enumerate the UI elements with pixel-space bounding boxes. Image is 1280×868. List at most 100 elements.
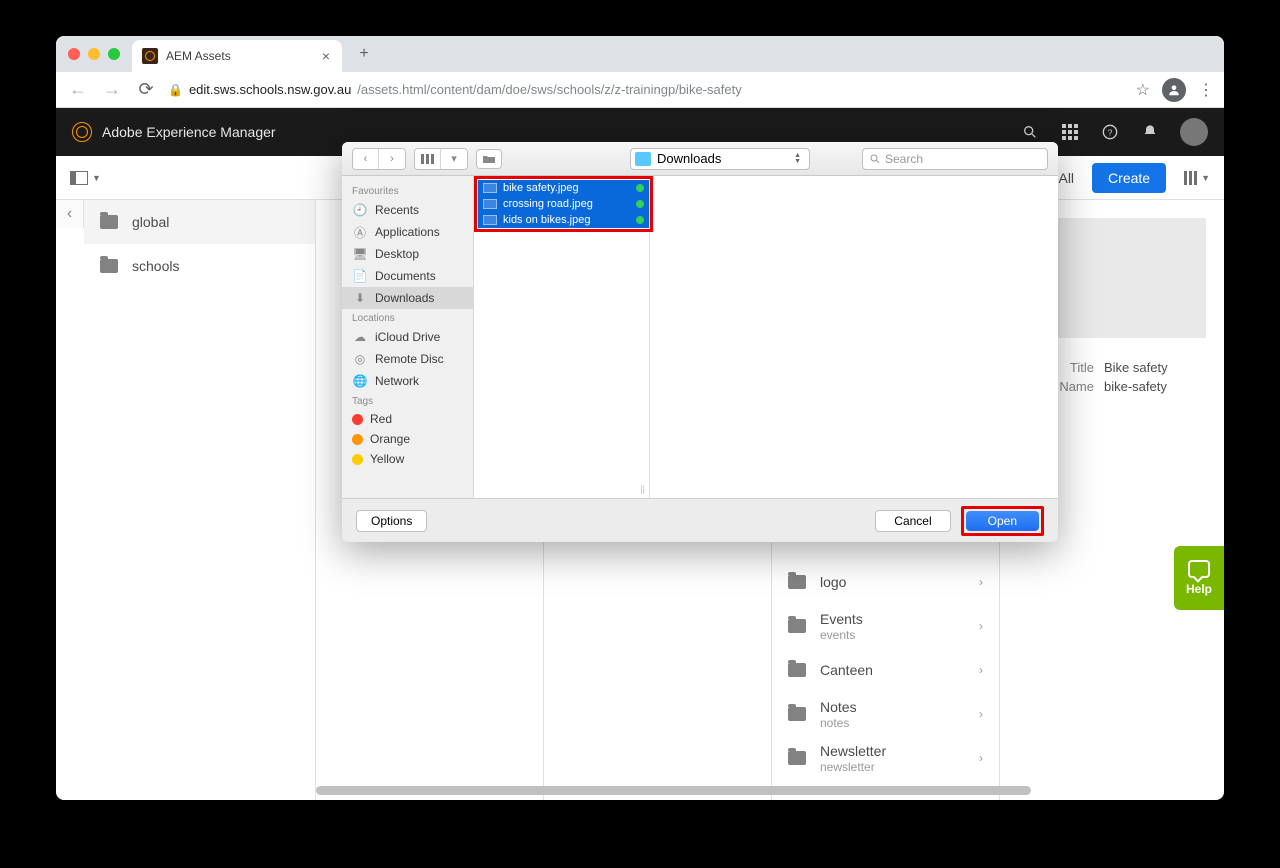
sidebar-label: iCloud Drive (375, 330, 440, 344)
help-icon[interactable]: ? (1100, 122, 1120, 142)
path-dropdown[interactable]: Downloads ▲▼ (630, 148, 810, 170)
folder-label: Canteen (820, 662, 873, 678)
folder-row[interactable]: Newsletternewsletter › (772, 736, 999, 780)
downloads-folder-icon (635, 152, 651, 166)
tab-title: AEM Assets (166, 49, 231, 63)
tag-dot-icon (352, 454, 363, 465)
address-bar[interactable]: 🔒 edit.sws.schools.nsw.gov.au/assets.htm… (168, 82, 1126, 97)
sidebar-item-icloud[interactable]: ☁ iCloud Drive (342, 326, 473, 348)
download-icon: ⬇ (352, 290, 368, 306)
disc-icon: ◎ (352, 351, 368, 367)
reload-button[interactable]: ⟳ (134, 79, 158, 100)
sidebar-section-header: Favourites (342, 182, 473, 199)
horizontal-scrollbar[interactable] (316, 786, 1210, 796)
folder-row[interactable]: Eventsevents › (772, 604, 999, 648)
solutions-icon[interactable] (1060, 122, 1080, 142)
browser-tab[interactable]: AEM Assets × (132, 40, 342, 72)
scrollbar-thumb[interactable] (316, 786, 1031, 795)
sync-dot-icon (636, 200, 644, 208)
folder-label: Notes (820, 699, 857, 715)
maximize-window-button[interactable] (108, 48, 120, 60)
back-button[interactable]: ← (66, 79, 90, 100)
sidebar-tag-red[interactable]: Red (342, 409, 473, 429)
sidebar-item-applications[interactable]: ⒶApplications (342, 221, 473, 243)
favicon-icon (142, 48, 158, 64)
folder-row[interactable]: global (84, 200, 315, 244)
image-file-icon (483, 183, 497, 193)
sidebar-item-documents[interactable]: 📄Documents (342, 265, 473, 287)
aem-title: Adobe Experience Manager (102, 124, 276, 140)
sidebar-label: Recents (375, 203, 419, 217)
cancel-button[interactable]: Cancel (875, 510, 950, 532)
folder-icon (788, 751, 806, 765)
folder-icon (788, 707, 806, 721)
browser-menu-icon[interactable]: ⋮ (1198, 80, 1214, 100)
chat-bubble-icon (1188, 560, 1210, 578)
minimize-window-button[interactable] (88, 48, 100, 60)
sidebar-section-header: Locations (342, 309, 473, 326)
folder-row[interactable]: Notesnotes › (772, 692, 999, 736)
view-switcher[interactable]: ▼ (1184, 171, 1210, 185)
sidebar-label: Red (370, 412, 392, 426)
help-widget[interactable]: Help (1174, 546, 1224, 610)
sidebar-item-remote-disc[interactable]: ◎ Remote Disc (342, 348, 473, 370)
file-name: kids on bikes.jpeg (503, 214, 590, 226)
options-button[interactable]: Options (356, 510, 427, 532)
meta-value: bike-safety (1104, 379, 1167, 394)
user-avatar[interactable] (1180, 118, 1208, 146)
file-row[interactable]: bike safety.jpeg (478, 180, 649, 196)
aem-logo-icon[interactable] (72, 122, 92, 142)
file-name: crossing road.jpeg (503, 198, 593, 210)
annotation-highlight: Open (961, 506, 1044, 536)
sidebar-item-desktop[interactable]: 🖥 Desktop (342, 243, 473, 265)
clock-icon: 🕘 (352, 202, 368, 218)
help-label: Help (1186, 582, 1212, 596)
view-segment[interactable]: ▾ (414, 148, 468, 170)
folder-row[interactable]: schools (84, 244, 315, 288)
forward-button[interactable]: → (100, 79, 124, 100)
notifications-icon[interactable] (1140, 122, 1160, 142)
search-icon[interactable] (1020, 122, 1040, 142)
open-button[interactable]: Open (966, 511, 1039, 531)
folder-row[interactable]: Canteen › (772, 648, 999, 692)
desktop-icon: 🖥 (352, 246, 368, 262)
close-window-button[interactable] (68, 48, 80, 60)
file-row[interactable]: crossing road.jpeg (478, 196, 649, 212)
sidebar-label: Remote Disc (375, 352, 444, 366)
column-resize-handle[interactable]: || (640, 484, 645, 494)
sidebar-tag-yellow[interactable]: Yellow (342, 449, 473, 469)
search-icon (869, 153, 881, 165)
folder-path-button[interactable] (476, 149, 502, 169)
column-layout-icon[interactable] (415, 149, 441, 169)
dialog-back-button[interactable]: ‹ (353, 149, 379, 169)
file-row[interactable]: kids on bikes.jpeg (478, 212, 649, 228)
dialog-sidebar: Favourites 🕘 Recents ⒶApplications 🖥 Deskt… (342, 176, 474, 498)
sidebar-label: Network (375, 374, 419, 388)
browser-window: AEM Assets × + ← → ⟳ 🔒 edit.sws.schools.… (56, 36, 1224, 800)
dialog-forward-button[interactable]: › (379, 149, 405, 169)
view-dropdown-icon[interactable]: ▾ (441, 149, 467, 169)
sidebar-label: Desktop (375, 247, 419, 261)
chevron-right-icon: › (979, 619, 983, 633)
sidebar-tag-orange[interactable]: Orange (342, 429, 473, 449)
folder-row[interactable]: logo › (772, 560, 999, 604)
sidebar-item-downloads[interactable]: ⬇Downloads (342, 287, 473, 309)
new-tab-button[interactable]: + (350, 45, 378, 63)
cloud-icon: ☁ (352, 329, 368, 345)
column-back-button[interactable]: ‹ (56, 200, 84, 228)
updown-icon: ▲▼ (794, 153, 801, 165)
bookmark-star-icon[interactable]: ☆ (1136, 80, 1150, 100)
chevron-right-icon: › (979, 663, 983, 677)
traffic-lights[interactable] (68, 48, 120, 60)
close-tab-icon[interactable]: × (322, 48, 330, 64)
sidebar-item-recents[interactable]: 🕘 Recents (342, 199, 473, 221)
rail-toggle[interactable]: ▼ (70, 171, 101, 185)
profile-avatar-icon[interactable] (1162, 78, 1186, 102)
dialog-search-input[interactable]: Search (862, 148, 1048, 170)
sidebar-item-network[interactable]: 🌐Network (342, 370, 473, 392)
chevron-right-icon: › (979, 751, 983, 765)
file-list-column: bike safety.jpeg crossing road.jpeg kids… (474, 176, 650, 498)
nav-segment: ‹ › (352, 148, 406, 170)
folder-sublabel: notes (820, 717, 857, 729)
create-button[interactable]: Create (1092, 163, 1166, 193)
